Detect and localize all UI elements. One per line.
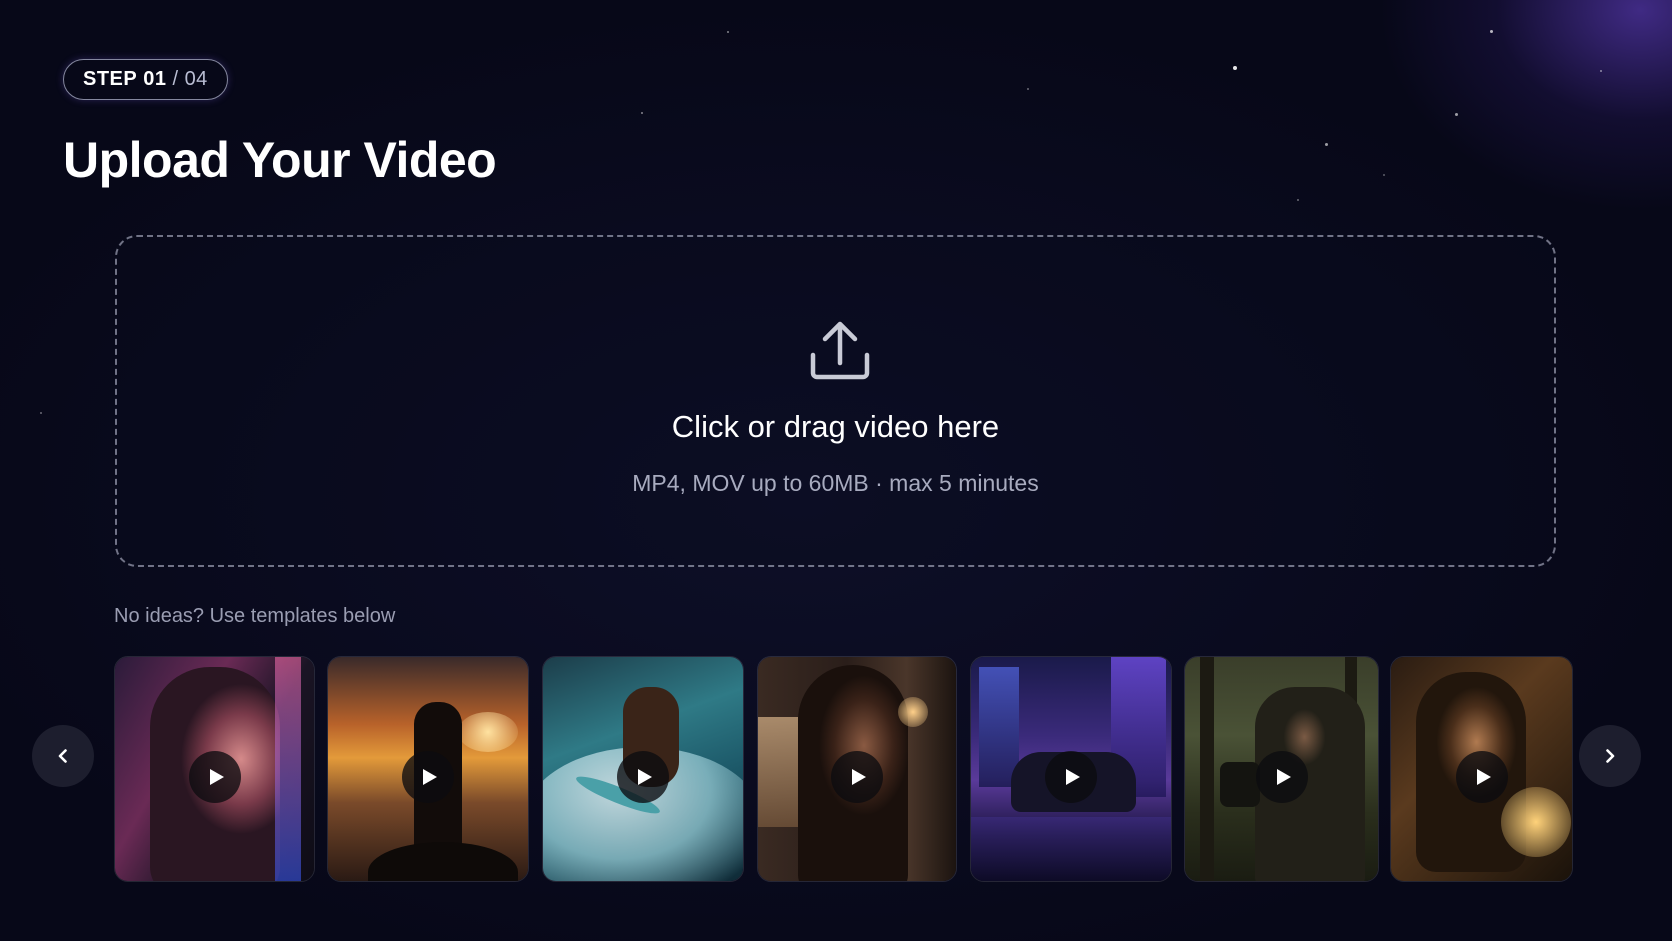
star	[1297, 199, 1299, 201]
play-icon	[638, 769, 652, 785]
step-total: 04	[184, 68, 208, 90]
sun-glow	[458, 712, 518, 752]
play-icon	[1476, 769, 1491, 785]
chevron-right-icon	[1606, 749, 1615, 763]
play-button[interactable]	[402, 751, 454, 803]
page-title: Upload Your Video	[63, 132, 497, 188]
template-thumbnail[interactable]	[970, 656, 1172, 882]
chevron-left-icon	[58, 749, 67, 763]
template-thumbnail[interactable]	[327, 656, 529, 882]
window-light	[758, 717, 798, 827]
video-dropzone[interactable]: Click or drag video here MP4, MOV up to …	[115, 235, 1556, 567]
play-button[interactable]	[831, 751, 883, 803]
star	[40, 412, 42, 414]
template-thumbnail[interactable]	[757, 656, 957, 882]
street-reflection	[971, 817, 1171, 881]
play-button[interactable]	[1045, 751, 1097, 803]
step-separator: /	[172, 68, 179, 90]
dropzone-subtitle: MP4, MOV up to 60MB · max 5 minutes	[632, 470, 1039, 496]
play-button[interactable]	[1255, 751, 1308, 803]
camera-rig	[1220, 762, 1260, 807]
star	[1600, 70, 1602, 72]
star	[641, 112, 643, 114]
star	[1027, 88, 1029, 90]
lamp-glow	[898, 697, 928, 727]
template-thumbnail[interactable]	[1184, 656, 1379, 882]
star	[727, 31, 729, 33]
upload-icon	[810, 321, 870, 380]
upload-page: STEP 01 / 04 Upload Your Video Click or …	[0, 0, 1672, 941]
star	[1383, 174, 1385, 176]
step-current: 01	[143, 68, 167, 90]
play-button[interactable]	[1455, 751, 1508, 803]
play-icon	[209, 769, 224, 785]
rock-silhouette	[368, 842, 518, 881]
play-icon	[1066, 769, 1080, 785]
play-button[interactable]	[617, 751, 669, 803]
carousel-next-button[interactable]	[1579, 725, 1641, 787]
carousel-prev-button[interactable]	[32, 725, 94, 787]
dropzone-title: Click or drag video here	[671, 409, 1000, 444]
star	[1233, 66, 1237, 70]
star	[1455, 113, 1458, 116]
neon-edge	[275, 657, 301, 881]
step-label: STEP	[83, 68, 138, 90]
template-thumbnail[interactable]	[114, 656, 315, 882]
star	[1490, 30, 1493, 33]
template-thumbnail[interactable]	[542, 656, 744, 882]
step-indicator: STEP 01 / 04	[63, 59, 228, 100]
play-icon	[1276, 769, 1291, 785]
play-button[interactable]	[188, 751, 241, 803]
play-icon	[852, 769, 866, 785]
play-icon	[423, 769, 437, 785]
star	[1325, 143, 1328, 146]
template-thumbnail[interactable]	[1390, 656, 1573, 882]
tree-trunk	[1200, 657, 1214, 881]
templates-hint: No ideas? Use templates below	[114, 605, 396, 627]
candle-glow	[1501, 787, 1571, 857]
